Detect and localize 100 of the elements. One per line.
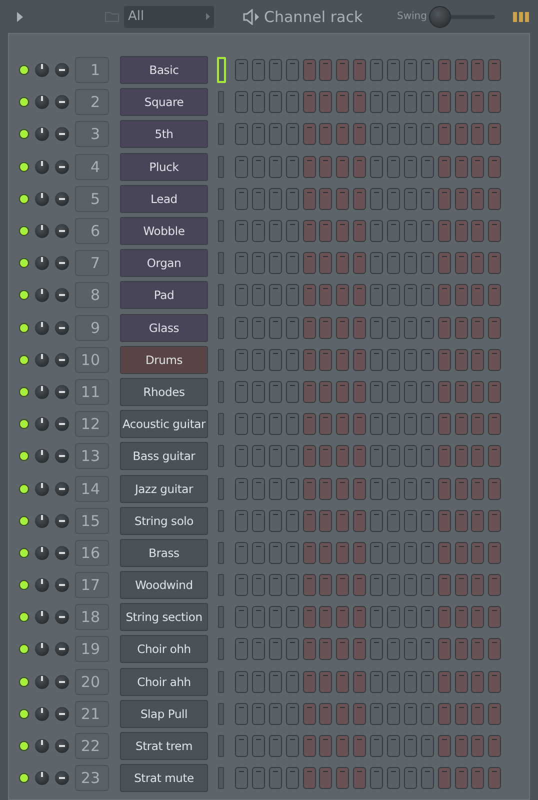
mixer-track-number[interactable]: 9 <box>75 314 109 341</box>
step-button[interactable] <box>353 735 366 758</box>
step-button[interactable] <box>286 767 299 790</box>
mixer-track-number[interactable]: 19 <box>75 636 109 662</box>
step-button[interactable] <box>438 413 451 436</box>
step-button[interactable] <box>387 123 400 146</box>
volume-knob[interactable] <box>55 449 69 464</box>
channel-button[interactable]: Lead <box>120 184 208 213</box>
step-button[interactable] <box>370 445 384 468</box>
step-button[interactable] <box>336 188 350 210</box>
mute-led[interactable] <box>19 162 29 172</box>
step-button[interactable] <box>336 445 350 468</box>
step-button[interactable] <box>252 510 265 532</box>
step-button[interactable] <box>438 735 451 758</box>
step-button[interactable] <box>454 767 468 790</box>
step-button[interactable] <box>420 380 434 403</box>
step-button[interactable] <box>387 156 400 178</box>
mixer-track-number[interactable]: 14 <box>75 476 109 502</box>
step-button[interactable] <box>286 510 299 532</box>
step-button[interactable] <box>235 348 248 371</box>
step-button[interactable] <box>454 574 468 596</box>
step-button[interactable] <box>319 606 332 628</box>
step-button[interactable] <box>370 478 384 500</box>
step-button[interactable] <box>319 735 332 758</box>
step-button[interactable] <box>454 542 468 564</box>
step-button[interactable] <box>252 574 265 596</box>
volume-knob[interactable] <box>55 417 69 432</box>
mixer-track-number[interactable]: 7 <box>75 250 109 276</box>
step-button[interactable] <box>235 445 248 468</box>
step-button[interactable] <box>370 284 384 306</box>
step-button[interactable] <box>319 638 332 660</box>
step-button[interactable] <box>471 767 484 790</box>
mute-led[interactable] <box>19 194 29 204</box>
step-button[interactable] <box>420 445 434 468</box>
step-button[interactable] <box>286 735 299 758</box>
step-button[interactable] <box>420 156 434 178</box>
step-button[interactable] <box>471 220 484 242</box>
volume-knob[interactable] <box>55 674 69 689</box>
step-button[interactable] <box>252 348 265 371</box>
step-button[interactable] <box>387 413 400 436</box>
step-button[interactable] <box>387 574 400 596</box>
mute-led[interactable] <box>19 644 29 654</box>
step-button[interactable] <box>387 735 400 758</box>
step-button[interactable] <box>235 123 248 146</box>
mixer-track-number[interactable]: 17 <box>75 572 109 598</box>
volume-knob[interactable] <box>55 610 69 624</box>
step-button[interactable] <box>488 156 502 178</box>
channel-button[interactable]: Pad <box>120 281 208 310</box>
step-button[interactable] <box>252 220 265 242</box>
step-button[interactable] <box>370 380 384 403</box>
step-button[interactable] <box>404 638 417 660</box>
step-button[interactable] <box>454 638 468 660</box>
step-button[interactable] <box>471 574 484 596</box>
step-button[interactable] <box>420 702 434 725</box>
step-button[interactable] <box>488 670 502 693</box>
channel-button[interactable]: Pluck <box>120 152 208 181</box>
step-button[interactable] <box>235 574 248 596</box>
pan-knob[interactable] <box>35 95 49 110</box>
step-button[interactable] <box>454 316 468 339</box>
step-button[interactable] <box>319 252 332 274</box>
step-button[interactable] <box>454 284 468 306</box>
step-button[interactable] <box>353 220 366 242</box>
step-button[interactable] <box>302 252 316 274</box>
step-button[interactable] <box>404 59 417 82</box>
step-button[interactable] <box>353 413 366 436</box>
step-button[interactable] <box>387 348 400 371</box>
step-button[interactable] <box>387 510 400 532</box>
step-button[interactable] <box>252 638 265 660</box>
step-button[interactable] <box>404 606 417 628</box>
mixer-track-number[interactable]: 6 <box>75 218 109 244</box>
step-button[interactable] <box>336 252 350 274</box>
mixer-track-number[interactable]: 21 <box>75 700 109 727</box>
step-button[interactable] <box>404 316 417 339</box>
mute-led[interactable] <box>19 258 29 268</box>
step-button[interactable] <box>454 252 468 274</box>
step-button[interactable] <box>319 156 332 178</box>
pan-knob[interactable] <box>35 63 49 78</box>
step-button[interactable] <box>387 670 400 693</box>
filter-dropdown[interactable]: All <box>124 6 214 28</box>
channel-button[interactable]: Strat mute <box>120 764 208 792</box>
step-button[interactable] <box>319 188 332 210</box>
volume-knob[interactable] <box>55 352 69 367</box>
step-button[interactable] <box>454 123 468 146</box>
step-button[interactable] <box>235 156 248 178</box>
step-button[interactable] <box>268 542 282 564</box>
pan-knob[interactable] <box>35 288 49 302</box>
step-button[interactable] <box>336 123 350 146</box>
step-button[interactable] <box>404 445 417 468</box>
step-button[interactable] <box>319 123 332 146</box>
step-button[interactable] <box>235 735 248 758</box>
step-button[interactable] <box>370 220 384 242</box>
step-button[interactable] <box>488 252 502 274</box>
step-button[interactable] <box>268 156 282 178</box>
volume-knob[interactable] <box>55 256 69 270</box>
pan-knob[interactable] <box>35 417 49 432</box>
play-icon[interactable] <box>17 12 23 22</box>
step-button[interactable] <box>336 348 350 371</box>
step-button[interactable] <box>387 702 400 725</box>
step-button[interactable] <box>235 91 248 114</box>
mute-led[interactable] <box>19 322 29 333</box>
